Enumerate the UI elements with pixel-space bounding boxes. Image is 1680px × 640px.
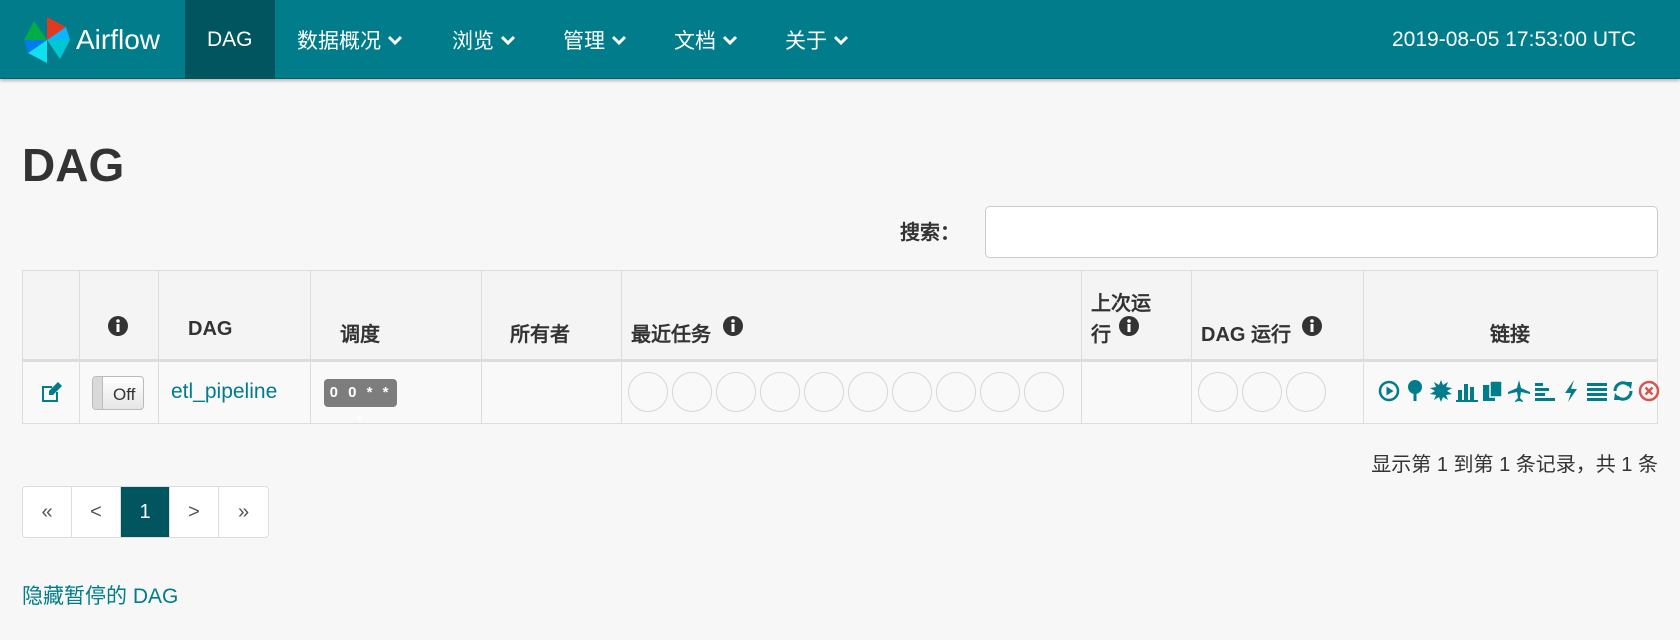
play-circle-icon[interactable] xyxy=(1377,378,1401,404)
chevron-down-icon xyxy=(722,35,738,45)
toggle-label: Off xyxy=(113,385,136,404)
toggle-knob xyxy=(93,377,103,409)
header-dag-runs-label: DAG 运行 xyxy=(1201,324,1291,346)
task-state-circle[interactable] xyxy=(1024,372,1064,412)
nav-browse[interactable]: 浏览 xyxy=(430,0,538,79)
pagination-prev[interactable]: < xyxy=(72,487,121,537)
info-icon[interactable] xyxy=(108,316,128,336)
bar-chart-icon[interactable] xyxy=(1455,378,1479,404)
dag-pause-toggle[interactable]: Off xyxy=(92,376,144,410)
task-state-circle[interactable] xyxy=(892,372,932,412)
dag-run-state-circle[interactable] xyxy=(1286,372,1326,412)
header-edit xyxy=(23,271,80,359)
table-row-recent-tasks-cell xyxy=(622,362,1082,423)
info-icon[interactable] xyxy=(1302,316,1322,336)
header-info xyxy=(80,271,159,359)
header-dag-runs: DAG 运行 xyxy=(1192,271,1364,359)
nav-data-profiling-label: 数据概况 xyxy=(297,29,381,53)
header-last-run-label-line2: 行 xyxy=(1091,324,1111,346)
brand-name: Airflow xyxy=(76,23,161,55)
records-info: 显示第 1 到第 1 条记录，共 1 条 xyxy=(1371,454,1658,476)
plane-icon[interactable] xyxy=(1507,378,1531,404)
header-recent-tasks-label: 最近任务 xyxy=(631,324,711,346)
table-row-dag-runs-cell xyxy=(1192,362,1364,423)
pagination: « < 1 > » xyxy=(22,486,269,538)
header-dag-label: DAG xyxy=(188,318,233,340)
nav-dag-label: DAG xyxy=(207,27,253,51)
page-title: DAG xyxy=(22,139,125,191)
nav-admin-label: 管理 xyxy=(563,29,605,53)
pagination-first[interactable]: « xyxy=(23,487,72,537)
table-row-edit-cell xyxy=(23,362,80,423)
server-time: 2019-08-05 17:53:00 UTC xyxy=(1392,27,1636,51)
pagination-page-1[interactable]: 1 xyxy=(121,487,170,537)
edit-icon[interactable] xyxy=(39,381,63,405)
chevron-down-icon xyxy=(833,35,849,45)
search-input[interactable] xyxy=(985,206,1658,258)
graph-icon[interactable] xyxy=(1429,378,1453,404)
nav-data-profiling[interactable]: 数据概况 xyxy=(275,0,425,79)
search-label: 搜索： xyxy=(900,222,960,244)
airflow-pinwheel-icon xyxy=(24,16,70,63)
list-icon[interactable] xyxy=(1585,378,1609,404)
task-state-circle[interactable] xyxy=(672,372,712,412)
task-state-circle[interactable] xyxy=(804,372,844,412)
header-links: 链接 xyxy=(1364,271,1657,359)
header-owner[interactable]: 所有者 xyxy=(482,271,622,359)
table-row-last-run-cell xyxy=(1082,362,1192,423)
duplicate-icon[interactable] xyxy=(1481,378,1505,404)
table-row-links-cell xyxy=(1364,362,1660,423)
dag-id-link[interactable]: etl_pipeline xyxy=(171,380,277,404)
nav-browse-label: 浏览 xyxy=(452,29,494,53)
task-state-circle[interactable] xyxy=(716,372,756,412)
nav-about[interactable]: 关于 xyxy=(763,0,871,79)
task-state-circle[interactable] xyxy=(848,372,888,412)
dag-table: DAG 调度 所有者 最近任务 上次运 行 DAG 运行 链接 Off etl_… xyxy=(22,270,1660,429)
gantt-icon[interactable] xyxy=(1533,378,1557,404)
nav-admin[interactable]: 管理 xyxy=(541,0,649,79)
task-state-circle[interactable] xyxy=(980,372,1020,412)
header-owner-label: 所有者 xyxy=(510,324,570,346)
task-state-circle[interactable] xyxy=(936,372,976,412)
chevron-down-icon xyxy=(387,35,403,45)
delete-circle-icon[interactable] xyxy=(1637,378,1661,404)
chevron-down-icon xyxy=(500,35,516,45)
header-last-run: 上次运 行 xyxy=(1082,271,1192,359)
dag-run-state-circle[interactable] xyxy=(1198,372,1238,412)
brand-logo[interactable]: Airflow xyxy=(22,12,160,67)
header-links-label: 链接 xyxy=(1490,324,1530,346)
header-dag[interactable]: DAG xyxy=(159,271,311,359)
table-row-toggle-cell: Off xyxy=(80,362,159,423)
lightning-icon[interactable] xyxy=(1559,378,1583,404)
task-state-circle[interactable] xyxy=(628,372,668,412)
header-schedule-label: 调度 xyxy=(340,324,380,346)
nav-docs[interactable]: 文档 xyxy=(652,0,760,79)
header-recent-tasks: 最近任务 xyxy=(622,271,1082,359)
info-icon[interactable] xyxy=(1119,316,1139,336)
table-row-owner-cell xyxy=(482,362,622,423)
pagination-next[interactable]: > xyxy=(170,487,219,537)
nav-dag[interactable]: DAG xyxy=(185,0,275,79)
chevron-down-icon xyxy=(611,35,627,45)
tree-icon[interactable] xyxy=(1403,378,1427,404)
header-last-run-label-line1: 上次运 xyxy=(1091,293,1151,315)
table-row-schedule-cell: 0 0 * * * xyxy=(311,362,482,429)
info-icon[interactable] xyxy=(723,316,743,336)
pagination-last[interactable]: » xyxy=(219,487,268,537)
header-schedule[interactable]: 调度 xyxy=(311,271,482,359)
task-state-circle[interactable] xyxy=(760,372,800,412)
table-row-dag-cell: etl_pipeline xyxy=(159,362,311,423)
nav-docs-label: 文档 xyxy=(674,29,716,53)
hide-paused-dags-link[interactable]: 隐藏暂停的 DAG xyxy=(22,580,178,610)
dag-links-group xyxy=(1377,378,1661,404)
refresh-icon[interactable] xyxy=(1611,378,1635,404)
dag-run-state-circle[interactable] xyxy=(1242,372,1282,412)
top-navbar: Airflow DAG 数据概况 浏览 管理 文档 关于 2019-08-05 … xyxy=(0,0,1680,79)
nav-about-label: 关于 xyxy=(785,29,827,53)
schedule-badge: 0 0 * * * xyxy=(324,379,397,429)
